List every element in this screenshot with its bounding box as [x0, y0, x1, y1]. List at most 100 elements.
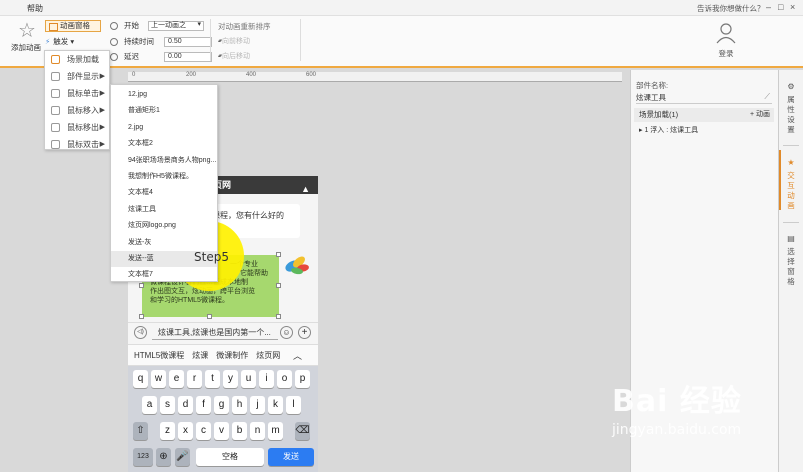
tab-selection-pane-label: 选择窗格 — [779, 247, 803, 287]
plus-icon[interactable]: + — [298, 326, 311, 339]
space-key[interactable]: 空格 — [196, 448, 264, 466]
keyboard-key[interactable]: h — [232, 396, 247, 414]
edit-icon[interactable]: ⟋ — [764, 92, 770, 102]
globe-key[interactable]: ⊕ — [156, 448, 171, 466]
keyboard-key[interactable]: x — [178, 422, 193, 440]
keyboard-key[interactable]: u — [241, 370, 256, 388]
trigger-menu-item[interactable]: 鼠标移出 ▶ — [45, 119, 109, 136]
keyboard-key[interactable]: n — [250, 422, 265, 440]
trigger-menu-item[interactable]: 场景加载 — [45, 51, 109, 68]
resize-handle[interactable] — [276, 314, 281, 319]
resize-handle[interactable] — [207, 314, 212, 319]
component-menu-item[interactable]: 普通矩形1 — [111, 103, 217, 119]
suggestion-item[interactable]: 炫课 — [192, 350, 208, 361]
shift-key[interactable]: ⇧ — [133, 422, 148, 440]
keyboard-key[interactable]: j — [250, 396, 265, 414]
component-menu-item[interactable]: 我想制作H5微课程。 — [111, 169, 217, 185]
resize-handle[interactable] — [139, 314, 144, 319]
keyboard-key[interactable]: p — [295, 370, 310, 388]
star-icon: ☆ — [18, 20, 36, 42]
add-animation-button[interactable]: ☆ 添加动画 — [10, 20, 44, 53]
voice-icon[interactable]: ◁) — [134, 326, 147, 339]
keyboard-key[interactable]: d — [178, 396, 193, 414]
move-earlier-button[interactable]: 向前移动 — [222, 36, 250, 46]
scene-load-group[interactable]: 场景加载(1) + 动画 — [634, 108, 774, 122]
suggestion-item[interactable]: 微课制作 — [216, 350, 248, 361]
component-menu-item[interactable]: 文本框7 — [111, 267, 217, 283]
trigger-button[interactable]: ⚡ 触发 ▾ — [45, 36, 74, 47]
backspace-key[interactable]: ⌫ — [295, 422, 310, 440]
keyboard-key[interactable]: f — [196, 396, 211, 414]
move-later-button[interactable]: 向后移动 — [222, 51, 250, 61]
resize-handle[interactable] — [276, 283, 281, 288]
keyboard-key[interactable]: e — [169, 370, 184, 388]
keyboard-key[interactable]: q — [133, 370, 148, 388]
keyboard-key[interactable]: z — [160, 422, 175, 440]
suggestion-item[interactable]: HTML5微课程 — [134, 350, 184, 361]
duration-spinner[interactable]: 0.50 — [164, 36, 221, 47]
keyboard-key[interactable]: c — [196, 422, 211, 440]
keyboard-key[interactable]: k — [268, 396, 283, 414]
keyboard-key[interactable]: w — [151, 370, 166, 388]
restore-button[interactable]: □ — [778, 2, 783, 12]
keyboard-key[interactable]: g — [214, 396, 229, 414]
keyboard-key[interactable]: s — [160, 396, 175, 414]
keyboard-key[interactable]: y — [223, 370, 238, 388]
tab-char: 择 — [787, 257, 795, 266]
keyboard-key[interactable]: l — [286, 396, 301, 414]
component-menu-item[interactable]: 炫课工具 — [111, 202, 217, 218]
resize-handle[interactable] — [139, 283, 144, 288]
mouse-icon — [51, 89, 60, 98]
keyboard-key[interactable]: v — [214, 422, 229, 440]
title-bar: 帮助 告诉我你想做什么？ – □ × — [0, 0, 803, 16]
tab-properties-label: 属性设置 — [779, 95, 803, 135]
component-menu-item[interactable]: 94张职场场景商务人物png... — [111, 153, 217, 169]
add-animation-link[interactable]: + 动画 — [750, 108, 770, 122]
tab-interaction[interactable]: ★ 交互动画 — [779, 158, 803, 211]
trigger-menu-item[interactable]: 鼠标移入 ▶ — [45, 102, 109, 119]
keyboard-key[interactable]: a — [142, 396, 157, 414]
resize-handle[interactable] — [276, 252, 281, 257]
chevron-up-icon[interactable]: ︿ — [293, 349, 302, 362]
emoji-icon[interactable]: ☺ — [280, 326, 293, 339]
component-menu-item[interactable]: 12.jpg — [111, 87, 217, 103]
delay-label: 延迟 — [124, 52, 139, 61]
keyboard-key[interactable]: o — [277, 370, 292, 388]
help-menu[interactable]: 帮助 — [27, 3, 43, 14]
keyboard-key[interactable]: i — [259, 370, 274, 388]
chevron-right-icon: ▶ — [99, 107, 105, 114]
component-menu-item[interactable]: 炫页网logo.png — [111, 218, 217, 234]
tell-me-search[interactable]: 告诉我你想做什么？ — [697, 3, 765, 14]
close-button[interactable]: × — [790, 2, 795, 12]
trigger-menu-item[interactable]: 鼠标单击 ▶ — [45, 85, 109, 102]
numbers-key[interactable]: 123 — [133, 448, 153, 466]
minimize-button[interactable]: – — [766, 2, 771, 12]
keyboard-key[interactable]: b — [232, 422, 247, 440]
animation-entry[interactable]: ▸ 1 浮入 : 炫课工具 — [634, 124, 774, 137]
clock-icon — [110, 52, 118, 61]
trigger-menu-item-label: 部件显示 — [67, 72, 99, 81]
trigger-label: 触发 — [53, 37, 69, 46]
microphone-key[interactable]: 🎤 — [175, 448, 190, 466]
component-name-field[interactable]: 炫课工具 ⟋ — [636, 92, 772, 104]
keyboard-key[interactable]: m — [268, 422, 283, 440]
lightning-icon: ⚡ — [45, 37, 51, 46]
login-button[interactable]: 登录 — [708, 22, 744, 59]
component-menu-item[interactable]: 发送-灰 — [111, 235, 217, 251]
keyboard-key[interactable]: t — [205, 370, 220, 388]
send-key[interactable]: 发送 — [268, 448, 314, 466]
start-select[interactable]: 上一动画之 — [148, 20, 204, 31]
delay-spinner[interactable]: 0.00 — [164, 51, 221, 62]
tab-properties[interactable]: ⚙ 属性设置 — [779, 82, 803, 135]
tab-selection-pane[interactable]: ▤ 选择窗格 — [779, 234, 803, 287]
trigger-menu-item[interactable]: 鼠标双击 ▶ — [45, 136, 109, 153]
component-menu-item[interactable]: 文本框2 — [111, 136, 217, 152]
animation-pane-button[interactable]: 动画窗格 — [45, 20, 101, 32]
keyboard-key[interactable]: r — [187, 370, 202, 388]
component-menu-item[interactable]: 文本框4 — [111, 185, 217, 201]
suggestion-item[interactable]: 炫页网 — [256, 350, 280, 361]
chat-input[interactable]: 炫课工具,炫课也是国内第一个... — [152, 326, 278, 340]
trigger-menu-item[interactable]: 部件显示 ▶ — [45, 68, 109, 85]
component-menu-item[interactable]: 2.jpg — [111, 120, 217, 136]
watermark-url: jingyan.baidu.com — [612, 422, 742, 438]
